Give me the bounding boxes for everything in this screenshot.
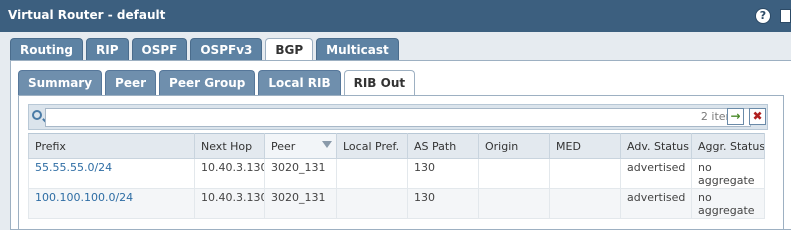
cell-origin xyxy=(478,188,550,219)
window-titlebar: Virtual Router - default ? xyxy=(0,0,791,32)
cell-as-path: 130 xyxy=(407,188,479,219)
column-header-next-hop[interactable]: Next Hop xyxy=(194,133,265,159)
apply-filter-button[interactable]: → xyxy=(727,108,744,125)
table-row[interactable]: 55.55.55.0/24 10.40.3.130 3020_131 130 a… xyxy=(28,158,765,189)
tab-ospf[interactable]: OSPF xyxy=(131,38,188,60)
clear-filter-button[interactable]: ✖ xyxy=(749,108,766,125)
column-header-med[interactable]: MED xyxy=(549,133,621,159)
rib-out-table: Prefix Next Hop Peer Local Pref. AS Path… xyxy=(28,133,765,219)
cell-adv-status: advertised xyxy=(620,188,692,219)
tab-multicast[interactable]: Multicast xyxy=(316,38,399,60)
cell-local-pref xyxy=(336,188,408,219)
cell-next-hop: 10.40.3.130 xyxy=(194,188,265,219)
cell-origin xyxy=(478,158,550,189)
cell-prefix[interactable]: 100.100.100.0/24 xyxy=(28,188,195,219)
tab-bgp[interactable]: BGP xyxy=(265,38,314,61)
column-header-peer-label: Peer xyxy=(271,139,296,153)
column-header-origin[interactable]: Origin xyxy=(478,133,550,159)
search-icon xyxy=(32,110,42,120)
column-header-peer[interactable]: Peer xyxy=(264,133,337,159)
prefix-link[interactable]: 100.100.100.0/24 xyxy=(35,191,133,204)
tab-rib-out[interactable]: RIB Out xyxy=(343,70,416,96)
filter-toolbar: 2 items → ✖ xyxy=(28,104,768,130)
table-row[interactable]: 100.100.100.0/24 10.40.3.130 3020_131 13… xyxy=(28,188,765,219)
help-icon[interactable]: ? xyxy=(755,8,771,24)
sort-desc-icon[interactable] xyxy=(322,141,332,148)
column-header-as-path[interactable]: AS Path xyxy=(407,133,479,159)
prefix-link[interactable]: 55.55.55.0/24 xyxy=(35,161,112,174)
cell-med xyxy=(549,158,621,189)
cell-peer: 3020_131 xyxy=(264,158,337,189)
column-header-adv-status[interactable]: Adv. Status xyxy=(620,133,692,159)
cell-next-hop: 10.40.3.130 xyxy=(194,158,265,189)
cell-med xyxy=(549,188,621,219)
cell-aggr-status: no aggregate xyxy=(691,188,765,219)
window-title: Virtual Router - default xyxy=(8,8,166,22)
cell-peer: 3020_131 xyxy=(264,188,337,219)
column-header-prefix[interactable]: Prefix xyxy=(28,133,195,159)
tab-routing[interactable]: Routing xyxy=(10,38,84,60)
table-header-row: Prefix Next Hop Peer Local Pref. AS Path… xyxy=(28,133,765,159)
cell-as-path: 130 xyxy=(407,158,479,189)
tab-ospfv3[interactable]: OSPFv3 xyxy=(190,38,263,60)
tab-rip[interactable]: RIP xyxy=(86,38,129,60)
cell-adv-status: advertised xyxy=(620,158,692,189)
tab-local-rib[interactable]: Local RIB xyxy=(258,70,341,95)
main-tab-bar: Routing RIP OSPF OSPFv3 BGP Multicast xyxy=(10,38,399,61)
column-header-aggr-status[interactable]: Aggr. Status xyxy=(691,133,765,159)
sub-tab-bar: Summary Peer Peer Group Local RIB RIB Ou… xyxy=(18,70,416,96)
filter-input[interactable] xyxy=(45,108,751,127)
tab-peer-group[interactable]: Peer Group xyxy=(159,70,256,95)
tab-peer[interactable]: Peer xyxy=(105,70,157,95)
tab-summary[interactable]: Summary xyxy=(18,70,103,95)
cell-local-pref xyxy=(336,158,408,189)
cell-prefix[interactable]: 55.55.55.0/24 xyxy=(28,158,195,189)
column-header-local-pref[interactable]: Local Pref. xyxy=(336,133,408,159)
window-restore-icon[interactable] xyxy=(780,9,791,23)
cell-aggr-status: no aggregate xyxy=(691,158,765,189)
